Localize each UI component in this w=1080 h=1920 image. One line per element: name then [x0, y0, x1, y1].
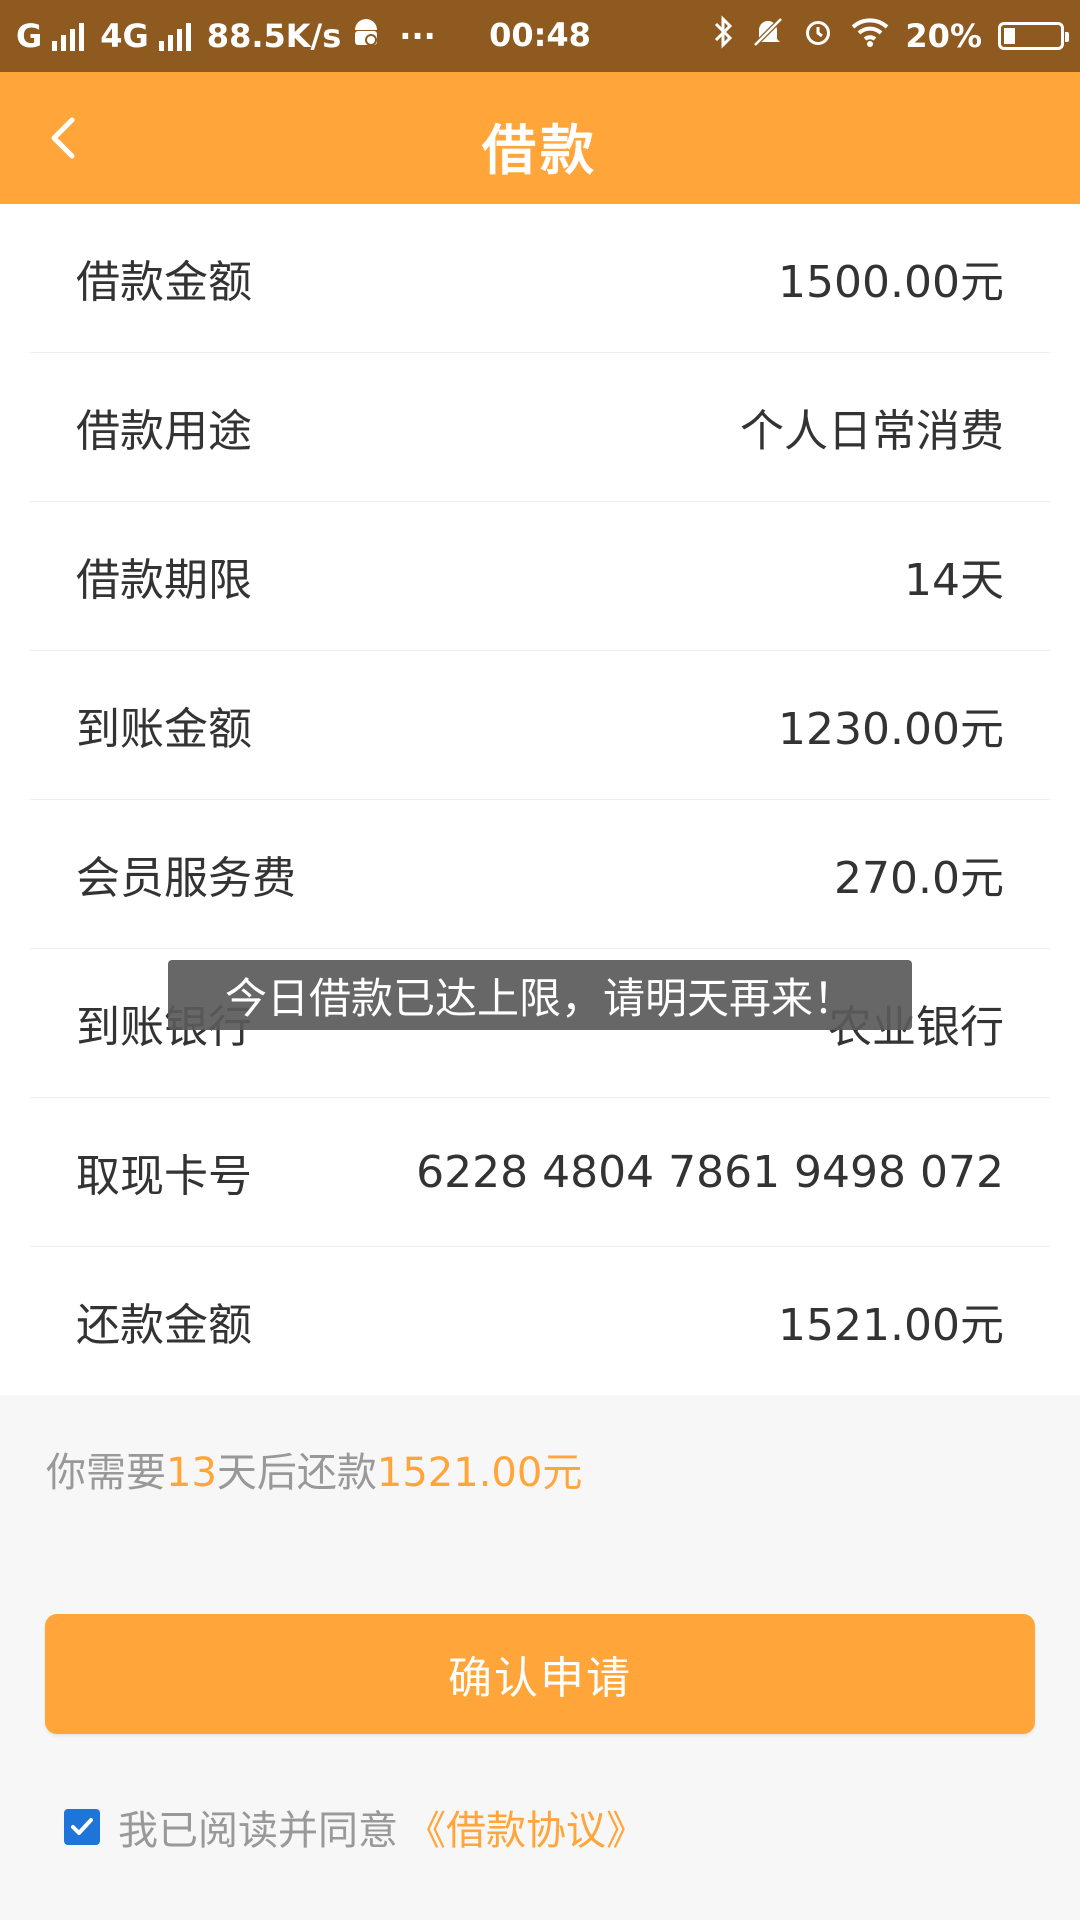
row-label: 还款金额 [76, 1300, 252, 1351]
android-icon [351, 16, 381, 56]
row-label: 借款期限 [76, 555, 252, 606]
status-bar: G 4G 88.5K/s ··· 00:48 20% [0, 0, 1080, 72]
page-title: 借款 [482, 119, 598, 182]
row-value: 1500.00元 [778, 257, 1004, 308]
check-icon [71, 1818, 93, 1835]
repayment-summary: 你需要13天后还款1521.00元 [46, 1440, 582, 1498]
status-left: G 4G 88.5K/s ··· [16, 16, 711, 56]
agreement-checkbox[interactable] [64, 1809, 100, 1845]
row-value: 270.0元 [834, 853, 1004, 904]
toast-message: 今日借款已达上限，请明天再来！ [168, 960, 912, 1030]
battery-icon [998, 22, 1069, 50]
summary-prefix: 你需要 [46, 1450, 166, 1496]
more-icon: ··· [399, 17, 436, 55]
row-label: 会员服务费 [76, 853, 296, 904]
summary-days: 13 [166, 1450, 217, 1496]
agreement-row: 我已阅读并同意 《借款协议》 [64, 1798, 646, 1856]
network-label: 4G [100, 17, 149, 55]
row-member-fee: 会员服务费 270.0元 [30, 800, 1050, 949]
mute-bell-icon [751, 15, 785, 57]
signal-icon-2 [158, 21, 191, 51]
app-bar: 借款 [0, 72, 1080, 204]
row-label: 借款用途 [76, 406, 252, 457]
row-value: 1230.00元 [778, 704, 1004, 755]
alarm-icon [801, 15, 835, 57]
summary-middle: 天后还款 [216, 1450, 377, 1496]
row-label: 借款金额 [76, 257, 252, 308]
row-label: 到账金额 [76, 704, 252, 755]
row-label: 取现卡号 [76, 1151, 252, 1202]
carrier-label: G [16, 17, 43, 55]
row-value: 6228 4804 7861 9498 072 [416, 1146, 1004, 1198]
row-loan-amount: 借款金额 1500.00元 [30, 204, 1050, 353]
summary-amount: 1521.00元 [376, 1450, 583, 1496]
loan-agreement-link[interactable]: 《借款协议》 [406, 1798, 646, 1856]
row-repay-amount: 还款金额 1521.00元 [30, 1247, 1050, 1395]
row-loan-purpose[interactable]: 借款用途 个人日常消费 [30, 353, 1050, 502]
row-received-amount: 到账金额 1230.00元 [30, 651, 1050, 800]
signal-icon [52, 21, 85, 51]
agreement-text: 我已阅读并同意 [118, 1808, 398, 1854]
bluetooth-icon [711, 15, 735, 57]
row-card-number[interactable]: 取现卡号 6228 4804 7861 9498 072 [30, 1098, 1050, 1247]
battery-percent: 20% [905, 17, 982, 55]
wifi-icon [851, 17, 889, 55]
confirm-apply-button[interactable]: 确认申请 [45, 1614, 1035, 1734]
row-value: 14天 [904, 555, 1004, 606]
battery-level [1004, 28, 1015, 44]
status-right: 20% [711, 15, 1069, 57]
row-loan-term[interactable]: 借款期限 14天 [30, 502, 1050, 651]
network-speed: 88.5K/s [206, 17, 342, 55]
loan-detail-list: 借款金额 1500.00元 借款用途 个人日常消费 借款期限 14天 到账金额 … [0, 204, 1080, 1395]
row-value: 1521.00元 [778, 1300, 1004, 1351]
row-value: 个人日常消费 [740, 406, 1004, 457]
